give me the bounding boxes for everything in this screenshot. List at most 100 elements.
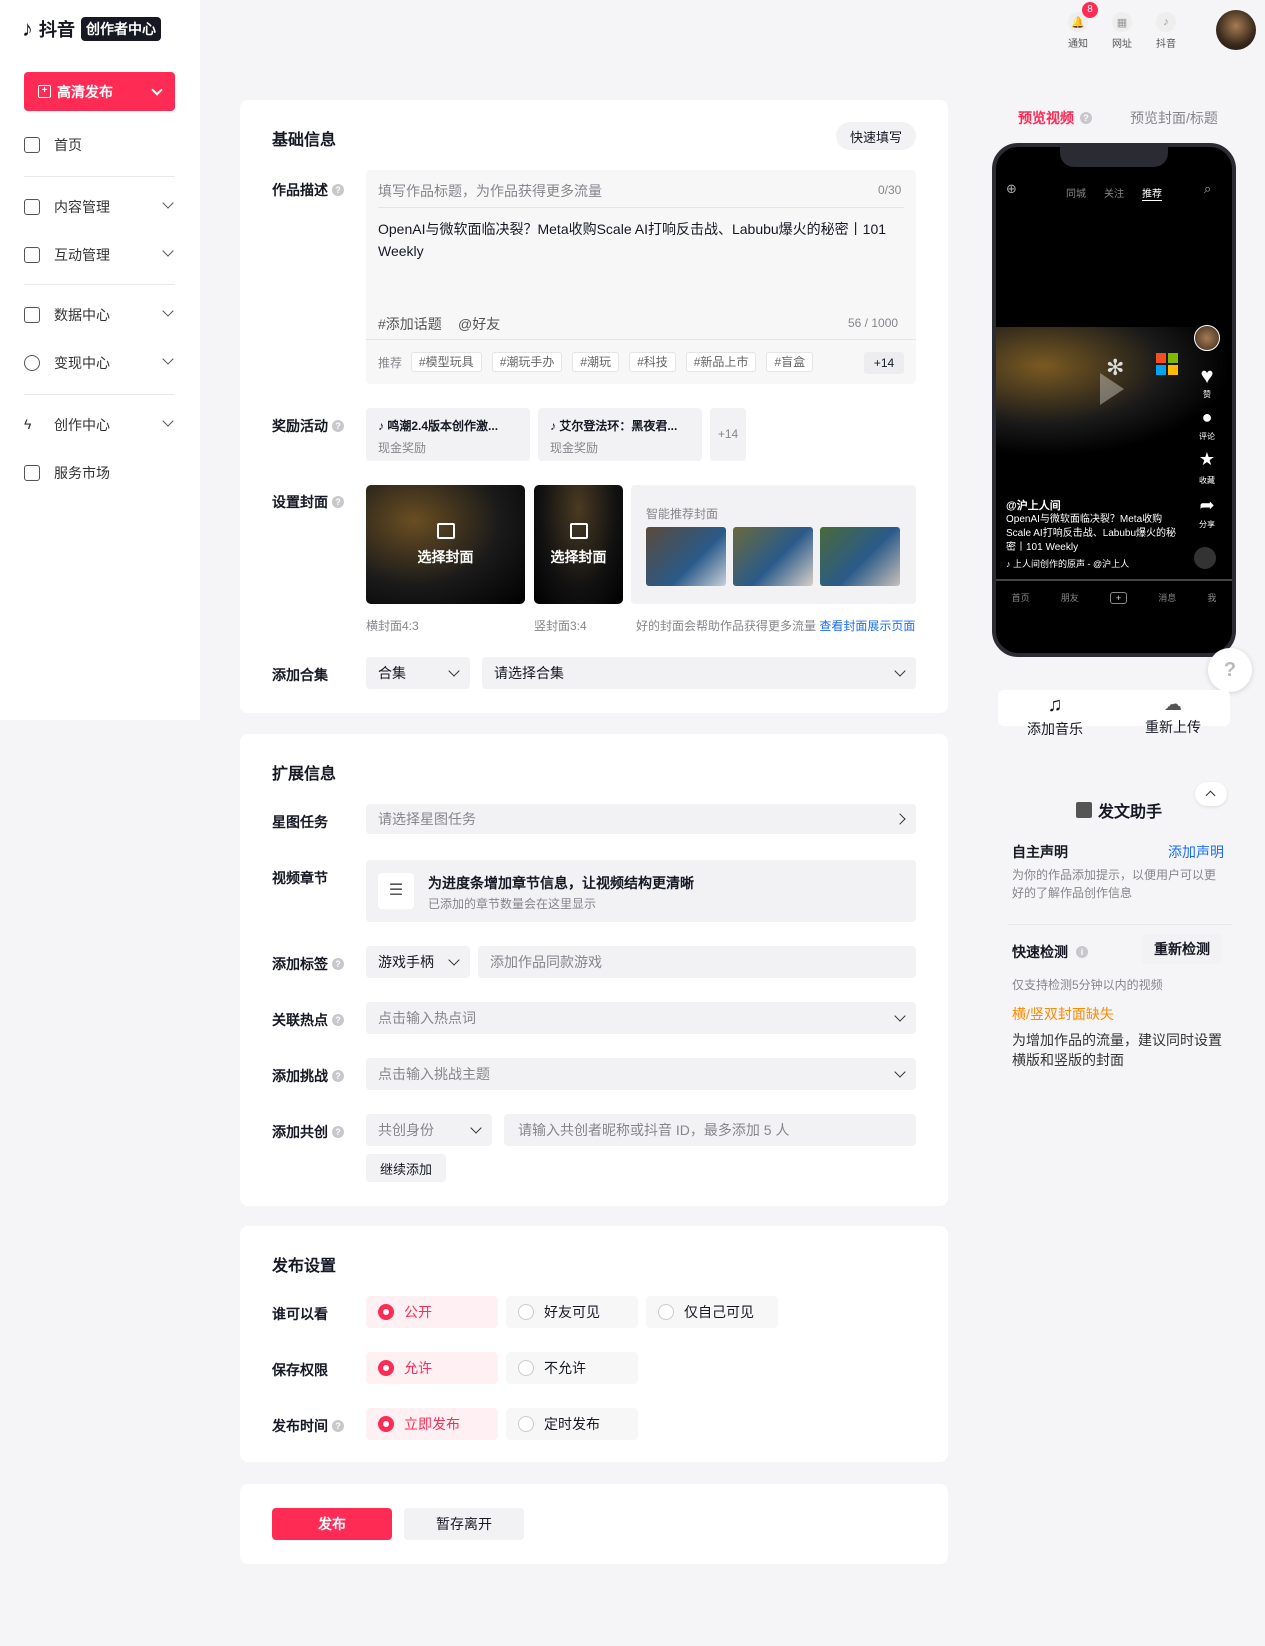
visibility-public-radio[interactable]: 公开 (366, 1296, 498, 1328)
site-button[interactable]: ▦ 网址 (1102, 12, 1142, 50)
help-icon[interactable]: ? (332, 1070, 344, 1082)
topic-tag[interactable]: #盲盒 (766, 352, 814, 372)
save-draft-button[interactable]: 暂存离开 (404, 1508, 524, 1540)
help-icon[interactable]: ? (332, 958, 344, 970)
chevron-up-icon (1205, 790, 1216, 801)
chevron-down-icon (162, 245, 174, 257)
challenge-label: 添加挑战? (272, 1066, 344, 1086)
topic-tag[interactable]: #潮玩手办 (491, 352, 563, 372)
radio-label: 允许 (404, 1360, 432, 1376)
cover-label-text: 设置封面 (272, 494, 328, 510)
chevron-down-icon (162, 305, 174, 317)
sidebar-item-interaction[interactable]: 互动管理 (0, 238, 200, 272)
radio-dot (378, 1360, 394, 1376)
hot-topic-select[interactable]: 点击输入热点词 (366, 1002, 916, 1034)
quick-fill-button[interactable]: 快速填写 (836, 122, 916, 150)
cover-missing-desc: 为增加作品的流量，建议同时设置横版和竖版的封面 (1012, 1032, 1222, 1068)
collection-select[interactable]: 请选择合集 (482, 657, 916, 689)
cocreate-role-select[interactable]: 共创身份 (366, 1114, 492, 1146)
activity-title: ♪ 鸣潮2.4版本创作激... (378, 419, 499, 433)
more-tags-button[interactable]: +14 (864, 352, 904, 374)
radio-dot (378, 1416, 394, 1432)
title-input[interactable]: 填写作品标题，为作品获得更多流量 (378, 181, 602, 201)
activity-card[interactable]: ♪ 艾尔登法环：黑夜君... 现金奖励 (538, 408, 702, 461)
sidebar-item-data[interactable]: 数据中心 (0, 298, 200, 332)
nav-label: 首页 (54, 137, 82, 153)
add-declaration-link[interactable]: 添加声明 (1168, 842, 1224, 862)
smart-cover-thumb[interactable] (820, 527, 900, 586)
horizontal-cover-picker[interactable]: 选择封面 (366, 485, 525, 604)
chevron-down-icon (894, 1066, 906, 1078)
help-icon[interactable]: ? (332, 184, 344, 196)
chevron-down-icon (151, 83, 163, 96)
divider (1008, 924, 1232, 925)
collection-type-select[interactable]: 合集 (366, 657, 470, 689)
publish-settings-title: 发布设置 (272, 1258, 337, 1275)
cloud-upload-icon: ☁ (1164, 694, 1182, 714)
help-icon[interactable]: ? (332, 1126, 344, 1138)
visibility-private-radio[interactable]: 仅自己可见 (646, 1296, 778, 1328)
help-icon[interactable]: ? (332, 420, 344, 432)
help-float-button[interactable]: ? (1208, 648, 1252, 692)
continue-add-button[interactable]: 继续添加 (366, 1154, 446, 1182)
vertical-cover-picker[interactable]: 选择封面 (534, 485, 623, 604)
add-music-button[interactable]: ♫ 添加音乐 (1020, 694, 1090, 739)
save-allow-radio[interactable]: 允许 (366, 1352, 498, 1384)
save-deny-radio[interactable]: 不允许 (506, 1352, 638, 1384)
activity-card[interactable]: ♪ 鸣潮2.4版本创作激... 现金奖励 (366, 408, 530, 461)
tag-type-select[interactable]: 游戏手柄 (366, 946, 470, 978)
chevron-down-icon (448, 954, 460, 966)
douyin-button[interactable]: ♪ 抖音 (1146, 12, 1186, 50)
schedule-publish-radio[interactable]: 定时发布 (506, 1408, 638, 1440)
visibility-friends-radio[interactable]: 好友可见 (506, 1296, 638, 1328)
smart-cover-thumb[interactable] (733, 527, 813, 586)
smart-cover-thumb[interactable] (646, 527, 726, 586)
collapse-assistant-button[interactable] (1195, 782, 1227, 806)
more-activities-button[interactable]: +14 (710, 408, 746, 461)
desc-label-text: 作品描述 (272, 182, 328, 198)
divider (24, 176, 175, 177)
tab-preview-video[interactable]: 预览视频? (1018, 108, 1092, 128)
site-label: 网址 (1112, 39, 1132, 50)
topic-tag[interactable]: #科技 (629, 352, 676, 372)
sidebar-item-create[interactable]: ϟ 创作中心 (0, 408, 200, 442)
tab-preview-cover[interactable]: 预览封面/标题 (1130, 108, 1218, 128)
topic-tag[interactable]: #潮玩 (572, 352, 620, 372)
phone-tab: 推荐 (1142, 185, 1162, 201)
publish-now-radio[interactable]: 立即发布 (366, 1408, 498, 1440)
topic-tag[interactable]: #新品上市 (685, 352, 757, 372)
help-icon[interactable]: ? (332, 496, 344, 508)
publish-time-label-text: 发布时间 (272, 1418, 328, 1434)
add-topic-button[interactable]: #添加话题 (378, 314, 442, 334)
topic-tag[interactable]: #模型玩具 (411, 352, 482, 372)
image-icon (436, 522, 455, 539)
sidebar-item-monetize[interactable]: 变现中心 (0, 346, 200, 380)
cocreate-input[interactable]: 请输入共创者昵称或抖音 ID，最多添加 5 人 (504, 1114, 916, 1146)
upload-icon: + (38, 85, 51, 98)
challenge-select[interactable]: 点击输入挑战主题 (366, 1058, 916, 1090)
user-avatar[interactable] (1216, 10, 1256, 50)
game-tag-input[interactable]: 添加作品同款游戏 (478, 946, 916, 978)
sidebar-item-home[interactable]: 首页 (0, 128, 200, 162)
phone-nav-item: 首页 (1011, 593, 1030, 603)
submit-publish-button[interactable]: 发布 (272, 1508, 392, 1540)
star-task-select[interactable]: 请选择星图任务 (366, 804, 916, 834)
help-icon[interactable]: ? (332, 1420, 344, 1432)
star-task-placeholder: 请选择星图任务 (378, 811, 476, 827)
desc-textarea[interactable]: OpenAI与微软面临决裂？Meta收购Scale AI打响反击战、Labubu… (378, 218, 904, 262)
sidebar-item-content[interactable]: 内容管理 (0, 190, 200, 224)
help-icon[interactable]: ? (332, 1014, 344, 1026)
brand-badge: 创作者中心 (81, 17, 161, 41)
cover-page-link[interactable]: 查看封面展示页面 (819, 619, 915, 633)
chevron-down-icon (894, 665, 906, 677)
hd-publish-button[interactable]: + 高清发布 (24, 72, 175, 111)
mention-button[interactable]: @好友 (458, 314, 500, 334)
nav-label: 变现中心 (54, 355, 110, 371)
activity-sub: 现金奖励 (550, 441, 599, 455)
logo[interactable]: ♪ 抖音 创作者中心 (22, 16, 161, 42)
sidebar-item-market[interactable]: 服务市场 (0, 456, 200, 490)
reupload-button[interactable]: ☁ 重新上传 (1138, 694, 1208, 737)
nav-label: 创作中心 (54, 417, 110, 433)
recheck-button[interactable]: 重新检测 (1142, 934, 1222, 964)
info-icon[interactable]: i (1076, 946, 1088, 958)
